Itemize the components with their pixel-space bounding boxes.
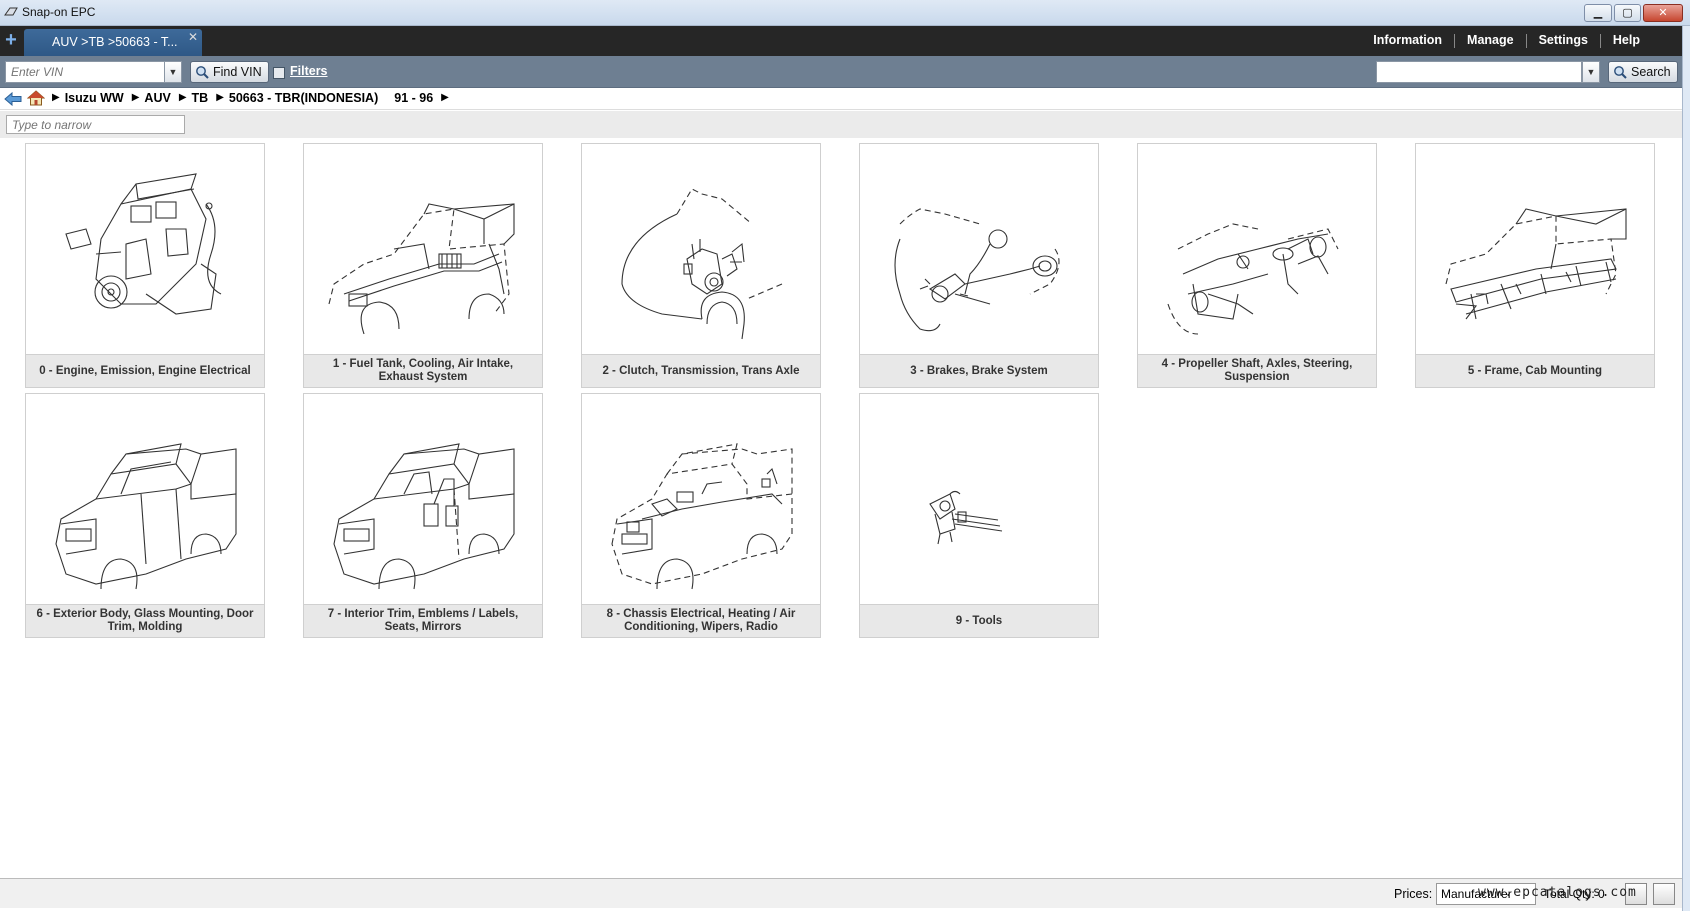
vin-dropdown-arrow[interactable]: ▼	[164, 61, 182, 83]
watermark: www.epcatalogs.com	[1478, 885, 1637, 900]
breadcrumb-arrow-icon: ▶	[178, 92, 187, 103]
interior-trim-illustration	[333, 443, 515, 590]
breadcrumb-arrow-icon: ▶	[131, 92, 140, 103]
magnifier-icon	[1614, 66, 1627, 79]
category-card[interactable]: 6 - Exterior Body, Glass Mounting, Door …	[25, 393, 265, 638]
category-label: 1 - Fuel Tank, Cooling, Air Intake, Exha…	[304, 354, 542, 387]
search-dropdown-arrow[interactable]: ▼	[1582, 61, 1600, 83]
category-label: 4 - Propeller Shaft, Axles, Steering, Su…	[1138, 354, 1376, 387]
category-card[interactable]: 2 - Clutch, Transmission, Trans Axle	[581, 143, 821, 388]
category-card[interactable]: 7 - Interior Trim, Emblems / Labels, Sea…	[303, 393, 543, 638]
category-card[interactable]: 5 - Frame, Cab Mounting	[1415, 143, 1655, 388]
maximize-button[interactable]: ▢	[1614, 4, 1641, 22]
app-logo-icon	[4, 7, 18, 16]
breadcrumb-arrow-icon: ▶	[52, 92, 60, 103]
window-title: Snap-on EPC	[22, 5, 96, 19]
exterior-body-illustration	[55, 443, 237, 590]
add-tab-icon[interactable]: +	[2, 29, 20, 51]
search-input[interactable]	[1376, 61, 1582, 83]
back-arrow-icon[interactable]	[4, 91, 22, 107]
category-label: 3 - Brakes, Brake System	[860, 354, 1098, 387]
breadcrumb-item[interactable]: AUV	[144, 91, 170, 105]
engine-illustration	[65, 173, 222, 315]
tab-active-vehicle[interactable]: AUV >TB >50663 - T... ✕	[24, 29, 202, 56]
magnifier-icon	[196, 66, 209, 79]
search-button[interactable]: Search	[1608, 61, 1678, 83]
breadcrumb-item[interactable]: TB	[192, 91, 209, 105]
vin-toolbar: ▼ Find VIN Filters ▼ Search	[0, 56, 1682, 88]
axle-illustration	[1167, 223, 1339, 335]
menu-settings[interactable]: Settings	[1527, 33, 1600, 48]
prices-label: Prices:	[1394, 887, 1433, 901]
home-icon[interactable]	[27, 90, 45, 106]
minimize-button[interactable]: ▁	[1584, 4, 1612, 22]
tools-illustration	[929, 490, 1003, 545]
category-card[interactable]: 9 - Tools	[859, 393, 1099, 638]
category-card[interactable]: 0 - Engine, Emission, Engine Electrical	[25, 143, 265, 388]
find-vin-label: Find VIN	[213, 65, 262, 79]
filters-link[interactable]: Filters	[290, 64, 328, 78]
menu-information[interactable]: Information	[1361, 33, 1454, 48]
search-label: Search	[1631, 65, 1671, 79]
breadcrumb-item[interactable]: 91 - 96	[394, 91, 433, 105]
status-bar: Prices: Manufacturer Total Qty: 0	[0, 878, 1682, 908]
tab-close-icon[interactable]: ✕	[188, 30, 198, 44]
narrow-bar	[0, 111, 1682, 138]
window-titlebar: Snap-on EPC ▁ ▢ ✕	[0, 0, 1690, 26]
breadcrumb: ▶ Isuzu WW ▶ AUV ▶ TB ▶ 50663 - TBR(INDO…	[0, 88, 1682, 110]
category-card[interactable]: 4 - Propeller Shaft, Axles, Steering, Su…	[1137, 143, 1377, 388]
transmission-illustration	[621, 188, 783, 340]
category-label: 7 - Interior Trim, Emblems / Labels, Sea…	[304, 604, 542, 637]
chassis-electrical-illustration	[611, 443, 793, 590]
category-label: 9 - Tools	[860, 604, 1098, 637]
category-card[interactable]: 1 - Fuel Tank, Cooling, Air Intake, Exha…	[303, 143, 543, 388]
category-label: 5 - Frame, Cab Mounting	[1416, 354, 1654, 387]
menu-manage[interactable]: Manage	[1455, 33, 1526, 48]
breadcrumb-item[interactable]: Isuzu WW	[65, 91, 124, 105]
vin-input[interactable]	[5, 61, 168, 83]
category-label: 6 - Exterior Body, Glass Mounting, Door …	[26, 604, 264, 637]
fuel-system-illustration	[328, 203, 515, 335]
narrow-input[interactable]	[6, 115, 185, 134]
tab-label: AUV >TB >50663 - T...	[52, 35, 178, 49]
find-vin-button[interactable]: Find VIN	[190, 61, 269, 83]
brake-illustration	[894, 208, 1060, 332]
category-label: 0 - Engine, Emission, Engine Electrical	[26, 354, 264, 387]
top-menu: Information Manage Settings Help	[1361, 33, 1652, 48]
menu-help[interactable]: Help	[1601, 33, 1652, 48]
breadcrumb-arrow-icon: ▶	[216, 92, 224, 103]
category-card[interactable]: 3 - Brakes, Brake System	[859, 143, 1099, 388]
category-card[interactable]: 8 - Chassis Electrical, Heating / Air Co…	[581, 393, 821, 638]
window-border	[1682, 26, 1690, 911]
category-label: 8 - Chassis Electrical, Heating / Air Co…	[582, 604, 820, 637]
breadcrumb-item[interactable]: 50663 - TBR(INDONESIA)	[229, 91, 378, 105]
close-window-button[interactable]: ✕	[1643, 4, 1683, 22]
filters-checkbox[interactable]	[273, 67, 285, 79]
window-toggle-icon[interactable]	[1653, 883, 1675, 905]
breadcrumb-trail: ▶ Isuzu WW ▶ AUV ▶ TB ▶ 50663 - TBR(INDO…	[52, 91, 454, 105]
category-label: 2 - Clutch, Transmission, Trans Axle	[582, 354, 820, 387]
frame-illustration	[1445, 208, 1627, 320]
breadcrumb-arrow-icon[interactable]: ▶	[441, 92, 449, 105]
category-grid: 0 - Engine, Emission, Engine Electrical …	[0, 138, 1682, 878]
